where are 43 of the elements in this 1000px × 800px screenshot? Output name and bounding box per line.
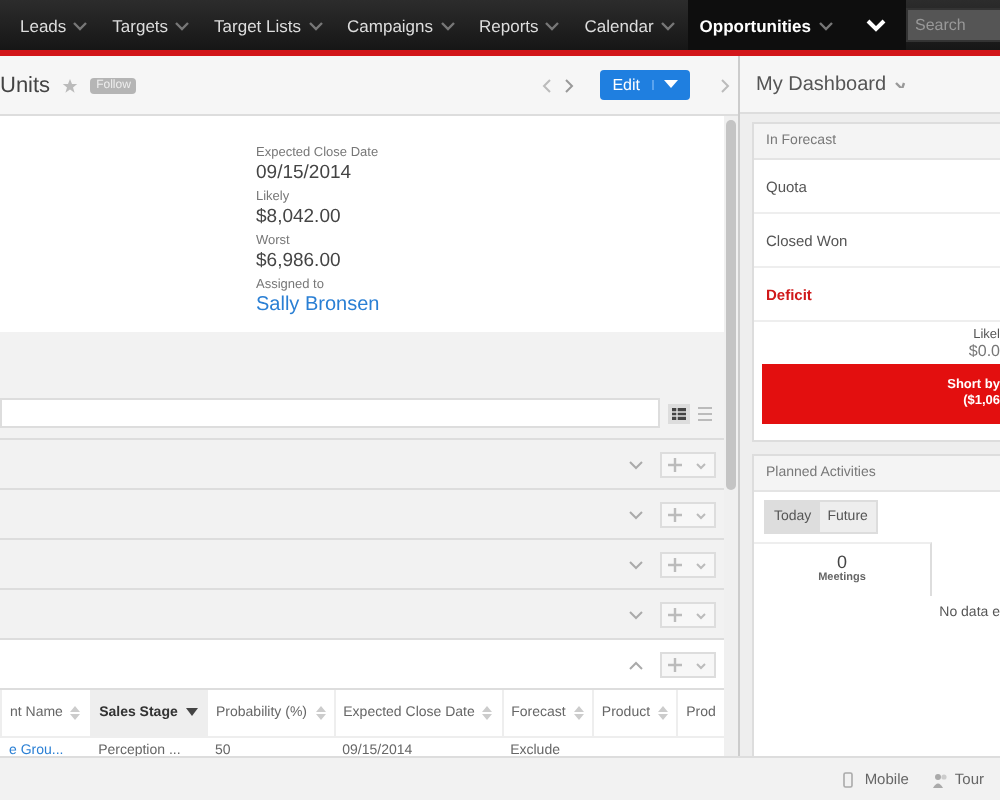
nav-tab[interactable]: Targets bbox=[100, 0, 203, 50]
sort-desc-icon[interactable] bbox=[185, 708, 198, 718]
field-value: $6,986.00 bbox=[256, 250, 343, 272]
likely-value: $0.0 bbox=[968, 342, 1000, 360]
scrollbar-thumb[interactable] bbox=[726, 120, 736, 490]
filter-field[interactable] bbox=[0, 398, 660, 428]
nav-tab[interactable]: Leads bbox=[8, 0, 101, 50]
nav-tab[interactable]: Opportunities bbox=[687, 0, 846, 50]
sort-icon[interactable] bbox=[658, 706, 669, 720]
toggle-sidebar-icon[interactable] bbox=[718, 77, 734, 93]
people-icon bbox=[932, 771, 949, 787]
assigned-user-link[interactable]: Sally Bronsen bbox=[256, 294, 724, 316]
expand-icon[interactable] bbox=[628, 559, 644, 569]
search-field[interactable]: Search bbox=[905, 8, 1000, 42]
plus-icon[interactable] bbox=[662, 503, 688, 525]
expand-icon[interactable] bbox=[628, 459, 644, 469]
field-value: 09/15/2014 bbox=[256, 162, 354, 184]
dashboard-title[interactable]: My Dashboard bbox=[756, 73, 887, 95]
edit-button[interactable]: Edit bbox=[600, 70, 690, 100]
record-title: Units bbox=[0, 73, 51, 97]
previous-icon[interactable] bbox=[540, 77, 553, 93]
meeting-count: 0 bbox=[836, 552, 847, 572]
plus-icon[interactable] bbox=[662, 603, 688, 625]
nav-tab[interactable]: Reports bbox=[467, 0, 573, 50]
plus-icon[interactable] bbox=[662, 453, 688, 475]
collapse-icon[interactable] bbox=[628, 659, 644, 669]
nav-tab[interactable]: Calendar bbox=[572, 0, 688, 50]
star-icon[interactable] bbox=[62, 77, 79, 93]
next-icon[interactable] bbox=[564, 77, 577, 93]
sort-icon[interactable] bbox=[70, 706, 81, 720]
phone-icon bbox=[842, 771, 859, 787]
nav-tab[interactable]: Campaigns bbox=[335, 0, 468, 50]
chevron-down-icon[interactable] bbox=[865, 18, 886, 32]
field-value: $8,042.00 bbox=[256, 206, 343, 228]
grid-view-icon[interactable] bbox=[668, 403, 690, 423]
plus-icon[interactable] bbox=[662, 653, 688, 675]
expand-icon[interactable] bbox=[628, 609, 644, 619]
plus-icon[interactable] bbox=[662, 553, 688, 575]
expand-icon[interactable] bbox=[628, 509, 644, 519]
sort-icon[interactable] bbox=[482, 706, 493, 720]
sort-icon[interactable] bbox=[315, 706, 326, 720]
nav-tab[interactable]: Target Lists bbox=[202, 0, 336, 50]
sort-icon[interactable] bbox=[573, 706, 584, 720]
